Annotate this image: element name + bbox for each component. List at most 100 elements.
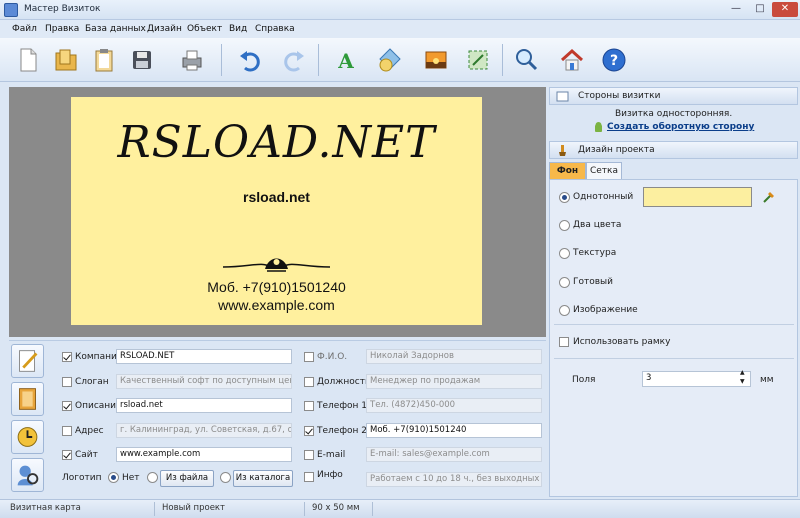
- position-field[interactable]: Менеджер по продажам: [366, 374, 542, 389]
- menu-edit[interactable]: Правка: [45, 24, 79, 34]
- phone1-checkbox[interactable]: [304, 401, 314, 411]
- margins-unit: мм: [760, 375, 774, 385]
- address-checkbox[interactable]: [62, 426, 72, 436]
- menu-file[interactable]: Файл: [12, 24, 37, 34]
- bg-two-colors-radio[interactable]: [559, 220, 570, 231]
- slogan-checkbox[interactable]: [62, 377, 72, 387]
- bg-solid-label: Однотонный: [573, 192, 634, 202]
- menu-database[interactable]: База данных: [85, 24, 146, 34]
- close-button[interactable]: ✕: [772, 2, 798, 17]
- edit-text-icon[interactable]: [11, 344, 44, 378]
- toolbar-separator: [502, 44, 503, 76]
- svg-text:A: A: [337, 49, 354, 73]
- bg-two-colors-label: Два цвета: [573, 220, 622, 230]
- redo-icon[interactable]: [280, 46, 308, 74]
- text-icon[interactable]: A: [332, 46, 360, 74]
- phone2-field[interactable]: Моб. +7(910)1501240: [366, 423, 542, 438]
- from-catalog-button[interactable]: Из каталога: [233, 470, 293, 487]
- sides-panel-header[interactable]: Стороны визитки: [549, 87, 798, 105]
- tab-background[interactable]: Фон: [549, 162, 586, 179]
- position-checkbox[interactable]: [304, 377, 314, 387]
- save-icon[interactable]: [128, 46, 156, 74]
- open-icon[interactable]: [52, 46, 80, 74]
- position-label: Должность: [317, 377, 371, 387]
- crop-icon[interactable]: [464, 46, 492, 74]
- phone1-label: Телефон 1: [317, 401, 367, 411]
- info-field[interactable]: Работаем с 10 до 18 ч., без выходных: [366, 472, 542, 487]
- bg-ready-radio[interactable]: [559, 277, 570, 288]
- toolbar-separator: [221, 44, 222, 76]
- spin-up-icon[interactable]: ▲: [740, 369, 745, 376]
- use-frame-checkbox[interactable]: [559, 337, 569, 347]
- clock-icon[interactable]: [11, 420, 44, 454]
- undo-icon[interactable]: [236, 46, 264, 74]
- window-title: Мастер Визиток: [24, 4, 101, 14]
- margins-spinner[interactable]: 3: [642, 371, 751, 387]
- fullname-label: Ф.И.О.: [317, 352, 348, 362]
- card-title[interactable]: RSLOAD.NET: [71, 117, 482, 168]
- print-icon[interactable]: [178, 46, 206, 74]
- slogan-field[interactable]: Качественный софт по доступным ценам: [116, 374, 292, 389]
- toolbar: A ?: [0, 38, 800, 82]
- menu-object[interactable]: Объект: [187, 24, 222, 34]
- info-checkbox[interactable]: [304, 472, 314, 482]
- from-file-button[interactable]: Из файла: [160, 470, 214, 487]
- tab-grid[interactable]: Сетка: [586, 162, 622, 179]
- eyedropper-icon[interactable]: [762, 190, 776, 204]
- bg-texture-radio[interactable]: [559, 248, 570, 259]
- site-field[interactable]: www.example.com: [116, 447, 292, 462]
- menu-help[interactable]: Справка: [255, 24, 295, 34]
- create-back-side-link[interactable]: Создать оборотную сторону: [607, 122, 754, 132]
- card-web-text[interactable]: www.example.com: [71, 297, 482, 313]
- minimize-button[interactable]: —: [725, 2, 747, 17]
- address-field[interactable]: г. Калининград, ул. Советская, д.67, оф.…: [116, 423, 292, 438]
- status-size: 90 x 50 мм: [312, 503, 360, 513]
- company-field[interactable]: RSLOAD.NET: [116, 349, 292, 364]
- margins-label: Поля: [572, 375, 596, 385]
- shapes-icon[interactable]: [376, 46, 404, 74]
- phone1-field[interactable]: Тел. (4872)450-000: [366, 398, 542, 413]
- bg-solid-radio[interactable]: [559, 192, 570, 203]
- description-field[interactable]: rsload.net: [116, 398, 292, 413]
- ornament-divider: [222, 258, 331, 272]
- logo-file-radio[interactable]: [147, 472, 158, 483]
- phone2-checkbox[interactable]: [304, 426, 314, 436]
- info-label: Инфо: [317, 470, 343, 480]
- email-field[interactable]: E-mail: sales@example.com: [366, 447, 542, 462]
- menu-bar: Файл Правка База данных Дизайн Объект Ви…: [0, 20, 800, 38]
- site-checkbox[interactable]: [62, 450, 72, 460]
- clipboard-icon[interactable]: [90, 46, 118, 74]
- new-icon[interactable]: [14, 46, 42, 74]
- zoom-icon[interactable]: [512, 46, 540, 74]
- fullname-field[interactable]: Николай Задорнов: [366, 349, 542, 364]
- spin-down-icon[interactable]: ▼: [740, 378, 745, 385]
- bg-image-radio[interactable]: [559, 305, 570, 316]
- business-card-preview[interactable]: RSLOAD.NET rsload.net Моб. +7(910)150124…: [71, 97, 482, 325]
- card-sides-icon: [556, 91, 569, 102]
- design-panel-header[interactable]: Дизайн проекта: [549, 141, 798, 159]
- home-icon[interactable]: [558, 46, 586, 74]
- card-site-text[interactable]: rsload.net: [71, 189, 482, 205]
- maximize-button[interactable]: □: [749, 2, 771, 17]
- android-icon: [595, 122, 602, 132]
- image-icon[interactable]: [422, 46, 450, 74]
- email-checkbox[interactable]: [304, 450, 314, 460]
- description-checkbox[interactable]: [62, 401, 72, 411]
- logo-catalog-radio[interactable]: [220, 472, 231, 483]
- logo-none-radio[interactable]: [108, 472, 119, 483]
- user-search-icon[interactable]: [11, 458, 44, 492]
- help-icon[interactable]: ?: [600, 46, 628, 74]
- slogan-label: Слоган: [75, 377, 109, 387]
- menu-design[interactable]: Дизайн: [147, 24, 182, 34]
- svg-text:?: ?: [610, 53, 618, 69]
- background-settings: Однотонный Два цвета Текстура Готовый Из…: [549, 179, 798, 497]
- company-checkbox[interactable]: [62, 352, 72, 362]
- menu-view[interactable]: Вид: [229, 24, 247, 34]
- bg-image-label: Изображение: [573, 305, 638, 315]
- card-phone-text[interactable]: Моб. +7(910)1501240: [71, 279, 482, 295]
- bg-color-swatch[interactable]: [643, 187, 752, 207]
- fullname-checkbox[interactable]: [304, 352, 314, 362]
- bg-ready-label: Готовый: [573, 277, 614, 287]
- book-icon[interactable]: [11, 382, 44, 416]
- side-tab-strip: [9, 341, 45, 498]
